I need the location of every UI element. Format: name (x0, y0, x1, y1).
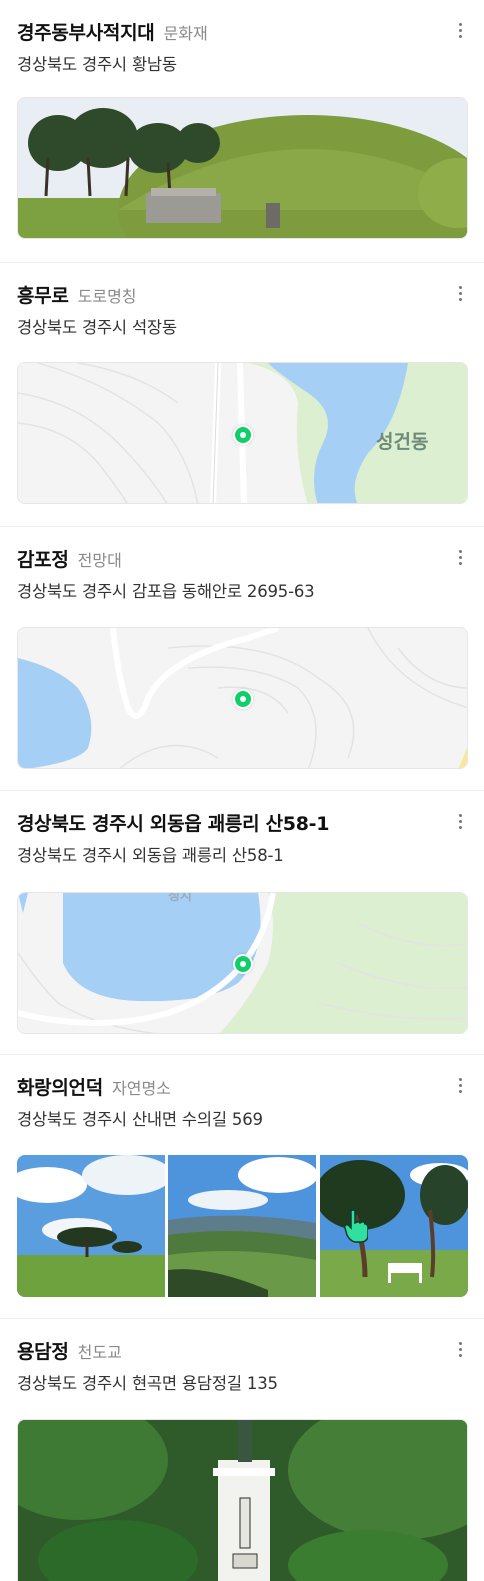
result-item[interactable]: 흥무로 도로명칭 경상북도 경주시 석장동 성건동 (0, 262, 484, 526)
more-vertical-icon[interactable] (453, 283, 467, 305)
place-category: 자연명소 (112, 1079, 171, 1098)
place-address: 경상북도 경주시 감포읍 동해안로 2695-63 (17, 582, 315, 601)
place-address: 경상북도 경주시 산내면 수의길 569 (17, 1110, 263, 1129)
place-photo[interactable] (319, 1155, 468, 1297)
result-item[interactable]: 화랑의언덕 자연명소 경상북도 경주시 산내면 수의길 569 (0, 1054, 484, 1318)
place-address: 경상북도 경주시 석장동 (17, 318, 177, 337)
result-item[interactable]: 감포정 전망대 경상북도 경주시 감포읍 동해안로 2695-63 (0, 526, 484, 790)
location-map[interactable]: 정지 (17, 892, 468, 1034)
place-address: 경상북도 경주시 현곡면 용담정길 135 (17, 1374, 278, 1393)
more-vertical-icon[interactable] (453, 547, 467, 569)
map-area-label: 성건동 (376, 431, 429, 453)
place-name[interactable]: 흥무로 (17, 285, 69, 307)
result-item[interactable]: 경상북도 경주시 외동읍 괘릉리 산58-1 경상북도 경주시 외동읍 괘릉리 … (0, 790, 484, 1054)
place-name[interactable]: 화랑의언덕 (17, 1077, 103, 1099)
place-photo[interactable] (17, 1155, 165, 1297)
more-vertical-icon[interactable] (453, 20, 467, 42)
result-item[interactable]: 용담정 천도교 경상북도 경주시 현곡면 용담정길 135 (0, 1318, 484, 1581)
place-address: 경상북도 경주시 외동읍 괘릉리 산58-1 (17, 846, 284, 865)
place-name[interactable]: 감포정 (17, 549, 69, 571)
place-photo[interactable] (17, 97, 468, 239)
place-name[interactable]: 용담정 (17, 1341, 69, 1363)
map-area-label: 정지 (168, 892, 192, 904)
search-results-list: 경주동부사적지대 문화재 경상북도 경주시 황남동 흥무로 도로명칭 경상북도 … (0, 0, 484, 1581)
result-item[interactable]: 경주동부사적지대 문화재 경상북도 경주시 황남동 (0, 0, 484, 262)
photo-strip (17, 1155, 468, 1297)
place-category: 전망대 (77, 551, 122, 570)
place-category: 문화재 (163, 24, 208, 43)
map-pin-icon (235, 427, 251, 443)
more-vertical-icon[interactable] (453, 1075, 467, 1097)
place-photo[interactable] (168, 1155, 317, 1297)
location-map[interactable] (17, 627, 468, 769)
location-map[interactable]: 성건동 (17, 362, 468, 504)
place-name[interactable]: 경상북도 경주시 외동읍 괘릉리 산58-1 (17, 813, 329, 835)
more-vertical-icon[interactable] (453, 811, 467, 833)
place-category: 천도교 (77, 1343, 122, 1362)
place-address: 경상북도 경주시 황남동 (17, 55, 177, 74)
map-pin-icon (235, 691, 251, 707)
hand-pointer-icon (343, 1209, 368, 1243)
map-pin-icon (235, 956, 251, 972)
place-name[interactable]: 경주동부사적지대 (17, 22, 155, 44)
place-category: 도로명칭 (77, 287, 137, 306)
place-photo[interactable] (17, 1419, 468, 1581)
more-vertical-icon[interactable] (453, 1339, 467, 1361)
